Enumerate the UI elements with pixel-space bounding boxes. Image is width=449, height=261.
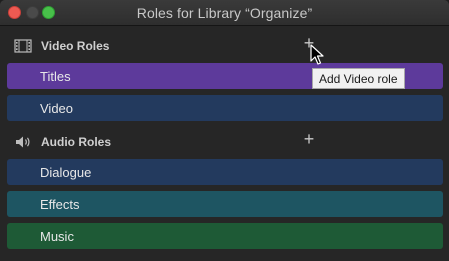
role-label: Dialogue — [40, 165, 92, 180]
add-video-role-tooltip: Add Video role — [312, 68, 405, 89]
audio-roles-header: Audio Roles + — [0, 127, 449, 155]
mouse-pointer-icon — [310, 44, 324, 65]
speaker-icon — [16, 136, 30, 148]
video-roles-header: Video Roles + — [0, 31, 449, 59]
role-music[interactable]: Music — [7, 223, 443, 249]
role-effects[interactable]: Effects — [7, 191, 443, 217]
role-label: Video — [40, 101, 74, 116]
window-title: Roles for Library “Organize” — [136, 5, 313, 21]
role-label: Music — [40, 229, 74, 244]
video-roles-label: Video Roles — [41, 39, 110, 53]
audio-roles-label: Audio Roles — [41, 135, 112, 149]
role-video[interactable]: Video — [7, 95, 443, 121]
role-label: Effects — [40, 197, 80, 212]
add-audio-role-button[interactable]: + — [301, 130, 317, 148]
role-dialogue[interactable]: Dialogue — [7, 159, 443, 185]
roles-window: Roles for Library “Organize” Video Roles… — [0, 0, 449, 261]
film-icon — [14, 39, 32, 53]
role-label: Titles — [40, 69, 71, 84]
title-bar[interactable]: Roles for Library “Organize” — [0, 0, 449, 26]
